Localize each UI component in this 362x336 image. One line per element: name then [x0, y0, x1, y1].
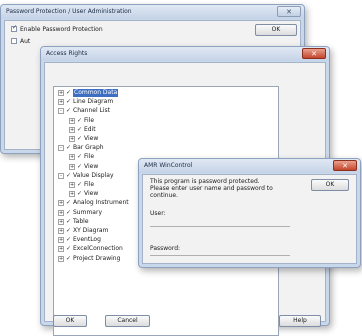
- tree-node-label: Channel List: [73, 107, 111, 115]
- tree-node-label: Table: [73, 217, 89, 225]
- checkmark-icon[interactable]: ✓: [77, 126, 82, 134]
- password-protection-titlebar[interactable]: Password Protection / User Administratio…: [1, 5, 304, 19]
- checkmark-icon[interactable]: ✓: [66, 245, 71, 253]
- checkmark-icon[interactable]: ✓: [77, 181, 82, 189]
- expand-icon[interactable]: +: [69, 117, 75, 124]
- collapse-icon[interactable]: -: [58, 145, 64, 152]
- close-button[interactable]: ✕: [302, 48, 326, 59]
- checkmark-icon[interactable]: ✓: [77, 163, 82, 171]
- checkmark-icon[interactable]: ✓: [66, 236, 71, 244]
- close-button[interactable]: ✕: [277, 6, 301, 17]
- access-rights-titlebar[interactable]: Access Rights ✕: [41, 47, 329, 61]
- auto-label: Aut: [20, 38, 31, 45]
- checkmark-icon[interactable]: ✓: [66, 172, 71, 180]
- login-title: AMR WinControl: [144, 162, 193, 169]
- user-input[interactable]: [150, 226, 290, 227]
- tree-node-label: View: [84, 135, 99, 142]
- tree-node-label: Bar Graph: [73, 144, 104, 152]
- login-client: This program is password protected. Plea…: [142, 174, 357, 264]
- enable-password-checkbox[interactable]: ✓: [11, 24, 18, 32]
- expand-icon[interactable]: +: [58, 246, 64, 253]
- tree-node-label: View: [84, 162, 99, 170]
- checkmark-icon[interactable]: ✓: [77, 135, 82, 143]
- expand-icon[interactable]: +: [58, 255, 64, 262]
- access-cancel-button[interactable]: Cancel: [105, 315, 150, 327]
- expand-icon[interactable]: +: [58, 237, 64, 244]
- tree-node-label: EventLog: [73, 236, 101, 244]
- tree-node-label: Value Display: [73, 171, 114, 179]
- checkmark-icon[interactable]: ✓: [77, 153, 82, 161]
- expand-icon[interactable]: +: [69, 136, 75, 142]
- expand-icon[interactable]: +: [69, 126, 75, 133]
- checkmark-icon[interactable]: ✓: [66, 98, 71, 106]
- pp-ok-button[interactable]: OK: [255, 24, 297, 36]
- tree-node-label: XY Diagram: [73, 227, 109, 234]
- tree-node-label: File: [84, 181, 95, 188]
- expand-icon[interactable]: +: [58, 90, 64, 96]
- expand-icon[interactable]: +: [69, 163, 75, 170]
- collapse-icon[interactable]: -: [58, 172, 64, 179]
- login-dialog: AMR WinControl ✕ This program is passwor…: [138, 158, 361, 268]
- expand-icon[interactable]: +: [58, 209, 64, 216]
- login-ok-button[interactable]: OK: [311, 179, 349, 191]
- expand-icon[interactable]: +: [58, 228, 64, 234]
- collapse-icon[interactable]: -: [58, 108, 64, 115]
- expand-icon[interactable]: +: [69, 154, 75, 161]
- checkmark-icon: ✓: [12, 24, 18, 31]
- tree-node-label: Line Diagram: [73, 98, 114, 106]
- access-help-button[interactable]: Help: [279, 315, 321, 327]
- tree-node-label: View: [84, 190, 99, 198]
- tree-node-label: File: [84, 153, 95, 161]
- auto-checkbox[interactable]: [11, 38, 17, 44]
- close-button[interactable]: ✕: [333, 160, 357, 171]
- tree-node-label: Analog Instrument: [73, 199, 129, 207]
- tree-node-label: Edit: [84, 125, 96, 133]
- checkmark-icon[interactable]: ✓: [66, 227, 71, 235]
- checkmark-icon[interactable]: ✓: [66, 89, 71, 97]
- expand-icon[interactable]: +: [69, 182, 75, 188]
- checkmark-icon[interactable]: ✓: [66, 209, 71, 217]
- tree-node-label: Common Data: [73, 89, 119, 97]
- login-message-line-1: This program is password protected.: [150, 178, 260, 185]
- login-message-line-3: continue.: [150, 192, 178, 199]
- close-icon: ✕: [342, 162, 348, 170]
- access-rights-title: Access Rights: [46, 50, 88, 57]
- tree-node-label: ExcelConnection: [73, 245, 123, 253]
- checkmark-icon[interactable]: ✓: [77, 117, 82, 125]
- checkmark-icon[interactable]: ✓: [66, 199, 71, 207]
- password-input[interactable]: [150, 255, 290, 256]
- enable-password-label: Enable Password Protection: [20, 26, 103, 33]
- tree-node-label: File: [84, 116, 95, 124]
- checkmark-icon[interactable]: ✓: [77, 190, 82, 198]
- expand-icon[interactable]: +: [58, 218, 64, 225]
- tree-node-label: Summary: [73, 208, 102, 216]
- expand-icon[interactable]: +: [58, 200, 64, 207]
- login-titlebar[interactable]: AMR WinControl ✕: [139, 159, 360, 173]
- expand-icon[interactable]: +: [69, 191, 75, 198]
- expand-icon[interactable]: +: [58, 99, 64, 106]
- tree-node-label: Project Drawing: [73, 254, 121, 262]
- checkmark-icon[interactable]: ✓: [66, 255, 71, 263]
- close-icon: ✕: [286, 8, 292, 16]
- login-message-line-2: Please enter user name and password to: [150, 185, 273, 192]
- close-icon: ✕: [311, 50, 317, 58]
- access-ok-button[interactable]: OK: [53, 315, 87, 327]
- checkmark-icon[interactable]: ✓: [66, 218, 71, 226]
- user-label: User:: [150, 210, 166, 217]
- password-label: Password:: [150, 245, 181, 252]
- checkmark-icon[interactable]: ✓: [66, 144, 71, 152]
- checkmark-icon[interactable]: ✓: [66, 107, 71, 115]
- password-protection-title: Password Protection / User Administratio…: [6, 8, 132, 15]
